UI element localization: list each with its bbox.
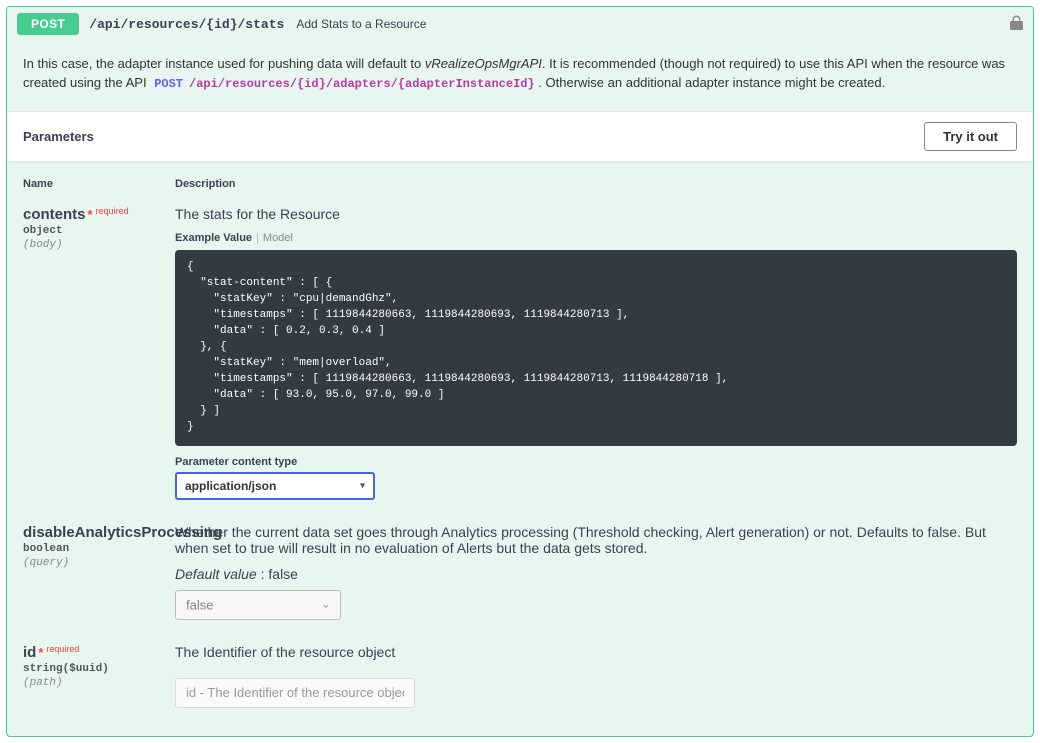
param-name: contents [23, 206, 86, 223]
required-star: * [38, 645, 43, 660]
default-value-line: Default value : false [175, 566, 1017, 582]
param-desc: The Identifier of the resource object [175, 644, 1017, 660]
required-label: required [96, 206, 129, 216]
required-label: required [46, 644, 79, 654]
try-it-out-button[interactable]: Try it out [924, 122, 1017, 151]
operation-summary: Add Stats to a Resource [296, 17, 426, 31]
content-type-value: application/json [185, 479, 276, 493]
operation-block: POST /api/resources/{id}/stats Add Stats… [6, 6, 1034, 737]
param-in: (path) [23, 677, 175, 689]
param-desc: The stats for the Resource [175, 206, 1017, 222]
parameters-bar: Parameters Try it out [7, 111, 1033, 162]
param-row-contents: contents*required object (body) The stat… [23, 206, 1017, 499]
parameters-title: Parameters [23, 129, 94, 144]
content-type-select[interactable]: application/json ▾ [175, 472, 375, 500]
param-row-disable-analytics: disableAnalyticsProcessing boolean (quer… [23, 524, 1017, 620]
tab-example-value[interactable]: Example Value [175, 232, 252, 244]
operation-path: /api/resources/{id}/stats [89, 17, 284, 32]
desc-suffix: . Otherwise an additional adapter instan… [535, 75, 886, 90]
method-badge: POST [17, 13, 79, 35]
param-row-id: id*required string($uuid) (path) The Ide… [23, 644, 1017, 708]
param-in: (body) [23, 239, 175, 251]
tab-model[interactable]: Model [263, 232, 293, 244]
boolean-select[interactable]: false ⌄ [175, 590, 341, 620]
operation-description: In this case, the adapter instance used … [7, 41, 1033, 111]
ref-method: POST [150, 76, 187, 92]
col-header-description: Description [175, 178, 1017, 190]
param-in: (query) [23, 557, 175, 569]
param-type: object [23, 225, 175, 237]
required-star: * [88, 207, 93, 222]
param-name: disableAnalyticsProcessing [23, 524, 175, 541]
param-type: boolean [23, 543, 175, 555]
desc-prefix: In this case, the adapter instance used … [23, 56, 425, 71]
ref-path: /api/resources/{id}/adapters/{adapterIns… [189, 77, 535, 91]
operation-header[interactable]: POST /api/resources/{id}/stats Add Stats… [7, 7, 1033, 41]
desc-ref-api: POST/api/resources/{id}/adapters/{adapte… [150, 77, 534, 91]
param-type: string($uuid) [23, 663, 175, 675]
param-name: id [23, 644, 36, 661]
desc-default-adapter: vRealizeOpsMgrAPI [425, 56, 542, 71]
param-desc: Whether the current data set goes throug… [175, 524, 1017, 556]
boolean-select-value: false [186, 597, 213, 612]
chevron-down-icon: ▾ [360, 480, 365, 491]
chevron-down-icon: ⌄ [322, 599, 330, 610]
id-input[interactable] [175, 678, 415, 708]
lock-icon[interactable] [1010, 15, 1023, 34]
example-code[interactable]: { "stat-content" : [ { "statKey" : "cpu|… [175, 250, 1017, 445]
param-content-type-label: Parameter content type [175, 456, 1017, 468]
col-header-name: Name [23, 178, 175, 190]
